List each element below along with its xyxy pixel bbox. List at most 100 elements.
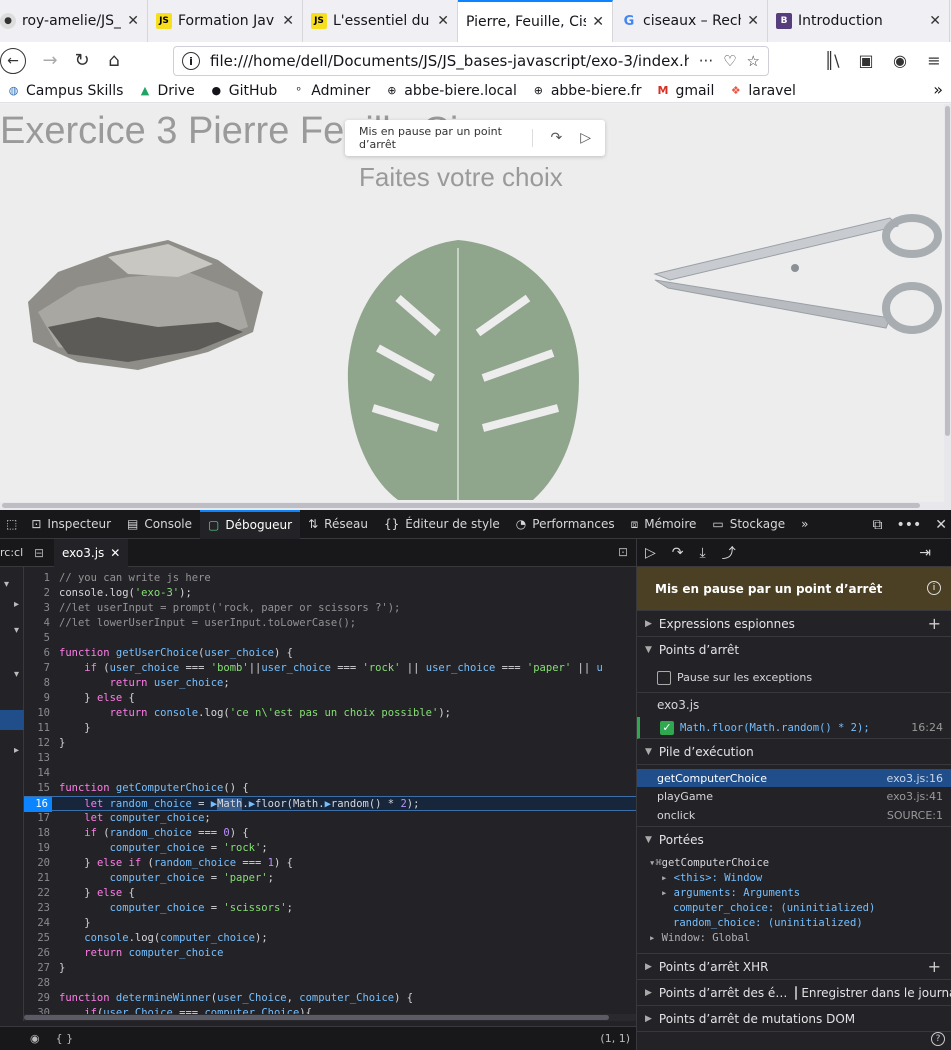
tab-stockage[interactable]: ▭ Stockage <box>704 510 793 539</box>
code-line[interactable]: 21 computer_choice = 'paper'; <box>24 871 636 886</box>
line-number[interactable]: 14 <box>24 766 50 781</box>
forward-icon[interactable]: → <box>34 45 66 77</box>
line-number[interactable]: 8 <box>24 676 50 691</box>
step-out-icon[interactable]: ⤴ <box>722 543 736 563</box>
collapse-sources-icon[interactable]: ⊟ <box>24 546 54 560</box>
line-number[interactable]: 1 <box>24 571 50 586</box>
log-events-checkbox[interactable] <box>795 985 798 1000</box>
bookmark-gmail[interactable]: M gmail <box>655 83 714 99</box>
tab-memoire[interactable]: ⧈ Mémoire <box>623 510 705 539</box>
code-line[interactable]: 7 if (user_choice === 'bomb'||user_choic… <box>24 661 636 676</box>
line-number[interactable]: 21 <box>24 871 50 886</box>
code-line[interactable]: 12} <box>24 736 636 751</box>
code-line[interactable]: 17 let computer_choice; <box>24 811 636 826</box>
line-number[interactable]: 7 <box>24 661 50 676</box>
tab-editeur-style[interactable]: {} Éditeur de style <box>376 510 508 539</box>
tree-toggle-icon[interactable]: ▸ <box>14 745 19 756</box>
line-number[interactable]: 25 <box>24 931 50 946</box>
line-number[interactable]: 29 <box>24 991 50 1006</box>
toggle-panel-icon[interactable]: ⊡ <box>618 545 628 559</box>
code-line[interactable]: 25 console.log(computer_choice); <box>24 931 636 946</box>
close-devtools-icon[interactable]: ✕ <box>935 517 947 533</box>
line-number[interactable]: 5 <box>24 631 50 646</box>
line-number[interactable]: 2 <box>24 586 50 601</box>
code-line[interactable]: 11 } <box>24 721 636 736</box>
tree-toggle-icon[interactable]: ▾ <box>14 669 19 680</box>
line-number[interactable]: 17 <box>24 811 50 826</box>
account-icon[interactable]: ◉ <box>883 51 917 70</box>
more-tabs-icon[interactable]: » <box>793 510 816 539</box>
bookmark-star-icon[interactable]: ☆ <box>747 52 760 70</box>
step-over-icon[interactable]: ↷ <box>672 545 684 561</box>
tab-inspecteur[interactable]: ⊡ Inspecteur <box>23 510 119 539</box>
frame-getComputerChoice[interactable]: getComputerChoice exo3.js:16 <box>637 769 951 787</box>
line-number[interactable]: 18 <box>24 826 50 841</box>
frame-onclick[interactable]: onclick SOURCE:1 <box>637 805 951 827</box>
call-stack-header[interactable]: ▼ Pile d’exécution <box>637 739 951 765</box>
tab-reseau[interactable]: ⇅ Réseau <box>300 510 376 539</box>
code-editor[interactable]: 1 // you can write js here 2 console.log('e… <box>24 567 636 1021</box>
pocket-icon[interactable]: ♡ <box>723 52 736 70</box>
scope-window[interactable]: ▸ Window: Global <box>649 932 951 947</box>
code-line[interactable]: 24 } <box>24 916 636 931</box>
add-icon[interactable]: + <box>928 614 941 633</box>
menu-icon[interactable]: ≡ <box>917 51 951 70</box>
file-tab-exo3[interactable]: exo3.js ✕ <box>54 538 129 567</box>
eye-icon[interactable]: ◉ <box>30 1032 40 1045</box>
code-line[interactable]: 14 <box>24 766 636 781</box>
line-number[interactable]: 12 <box>24 736 50 751</box>
dock-icon[interactable]: ⧉ <box>872 517 882 533</box>
tab-4-active[interactable]: Pierre, Feuille, Cis ✕ <box>458 0 613 42</box>
add-icon[interactable]: + <box>928 957 941 976</box>
tab-6[interactable]: B Introduction ✕ <box>768 0 950 42</box>
bookmark-drive[interactable]: ▲ Drive <box>137 83 195 99</box>
line-number[interactable]: 15 <box>24 781 50 796</box>
line-number[interactable]: 26 <box>24 946 50 961</box>
bookmark-laravel[interactable]: ❖ laravel <box>728 83 796 99</box>
tab-debogueur[interactable]: ▢ Débogueur <box>200 509 301 539</box>
code-line[interactable]: 23 computer_choice = 'scissors'; <box>24 901 636 916</box>
line-number[interactable]: 23 <box>24 901 50 916</box>
line-number[interactable]: 13 <box>24 751 50 766</box>
page-vertical-scrollbar[interactable] <box>944 104 951 502</box>
code-line[interactable]: 16 let random_choice = ▶Math.▶floor(Math… <box>24 796 636 812</box>
line-number[interactable]: 4 <box>24 616 50 631</box>
deactivate-breakpoints-icon[interactable]: ⇥ <box>919 545 931 561</box>
url-bar[interactable]: i file:///home/dell/Documents/JS/JS_base… <box>173 46 769 76</box>
tree-selected-item[interactable] <box>0 710 24 730</box>
code-line[interactable]: 10 return console.log('ce n\'est pas un … <box>24 706 636 721</box>
tab-5[interactable]: G ciseaux – Rech ✕ <box>613 0 768 42</box>
code-line[interactable]: 3 //let userInput = prompt('rock, paper o… <box>24 601 636 616</box>
pick-element-icon[interactable]: ⬚ <box>0 510 23 539</box>
line-number[interactable]: 19 <box>24 841 50 856</box>
code-line[interactable]: 13 <box>24 751 636 766</box>
close-icon[interactable]: ✕ <box>747 13 759 29</box>
code-line[interactable]: 18 if (random_choice === 0) { <box>24 826 636 841</box>
tab-1[interactable]: ● roy-amelie/JS_ ✕ <box>0 0 148 42</box>
bookmark-abbe-biere-fr[interactable]: ⊕ abbe-biere.fr <box>531 83 642 99</box>
rock-image[interactable] <box>18 232 268 372</box>
code-line[interactable]: 8 return user_choice; <box>24 676 636 691</box>
tree-toggle-icon[interactable]: ▾ <box>4 579 9 590</box>
tab-console[interactable]: ▤ Console <box>119 510 200 539</box>
bookmark-campus-skills[interactable]: ◍ Campus Skills <box>6 83 124 99</box>
code-line[interactable]: 29 function determineWinner(user_Choice, … <box>24 991 636 1006</box>
close-icon[interactable]: ✕ <box>929 13 941 29</box>
code-line[interactable]: 28 <box>24 976 636 991</box>
tab-3[interactable]: JS L'essentiel du ✕ <box>303 0 458 42</box>
chevron-more-icon[interactable]: » <box>933 80 943 99</box>
xhr-breakpoints-header[interactable]: ▶ Points d’arrêt XHR + <box>637 954 951 980</box>
close-icon[interactable]: ✕ <box>282 13 294 29</box>
event-breakpoints-header[interactable]: ▶ Points d’arrêt des é… Enregistrer dans… <box>637 980 951 1006</box>
line-number[interactable]: 28 <box>24 976 50 991</box>
code-line[interactable]: 1 // you can write js here <box>24 571 636 586</box>
bookmark-github[interactable]: ● GitHub <box>209 83 277 99</box>
more-options-icon[interactable]: ••• <box>896 517 921 533</box>
scope-this[interactable]: ▸ <this>: Window <box>649 872 951 887</box>
sidebar-icon[interactable]: ▣ <box>849 51 883 70</box>
close-icon[interactable]: ✕ <box>437 13 449 29</box>
step-in-icon[interactable]: ⤓ <box>700 545 706 561</box>
resume-icon[interactable]: ▷ <box>645 545 656 561</box>
watch-expressions-header[interactable]: ▶ Expressions espionnes + <box>637 611 951 637</box>
scissors-image[interactable] <box>650 208 944 338</box>
